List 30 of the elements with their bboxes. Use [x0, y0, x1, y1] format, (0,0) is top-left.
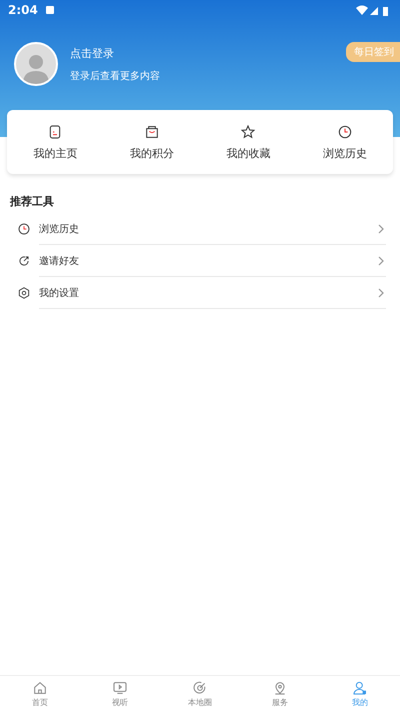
hexagon-icon: [17, 286, 31, 300]
tool-item[interactable]: 浏览历史: [0, 213, 400, 245]
avatar[interactable]: [14, 42, 58, 86]
chevron-icon: [376, 288, 386, 298]
arrow-circle-icon: [17, 254, 31, 268]
shortcut-item[interactable]: 我的主页: [7, 110, 104, 174]
section-title: 推荐工具: [10, 194, 55, 209]
target-icon: [192, 680, 208, 696]
user-icon: [352, 680, 368, 696]
login-link[interactable]: 点击登录: [70, 46, 160, 60]
clock-icon: [17, 222, 31, 236]
chevron-icon: [376, 224, 386, 234]
tab[interactable]: 服务: [240, 676, 320, 711]
login-hint: 登录后查看更多内容: [70, 70, 160, 82]
star-icon: [240, 124, 256, 140]
shortcut-item[interactable]: 浏览历史: [296, 110, 393, 174]
status-time: 2:04: [8, 3, 38, 17]
chevron-icon: [376, 256, 386, 266]
tab[interactable]: 本地圈: [160, 676, 240, 711]
tab[interactable]: 视听: [80, 676, 160, 711]
clock-icon: [336, 124, 353, 140]
notification-icon: [46, 6, 54, 14]
tool-item[interactable]: 邀请好友: [0, 245, 400, 277]
shortcut-item[interactable]: 我的积分: [104, 110, 200, 174]
tool-item[interactable]: 我的设置: [0, 277, 400, 309]
home-icon: [32, 680, 48, 696]
shortcut-item[interactable]: 我的收藏: [200, 110, 296, 174]
bag-icon: [144, 124, 160, 140]
tab[interactable]: 首页: [0, 676, 80, 711]
tv-icon: [112, 680, 128, 696]
